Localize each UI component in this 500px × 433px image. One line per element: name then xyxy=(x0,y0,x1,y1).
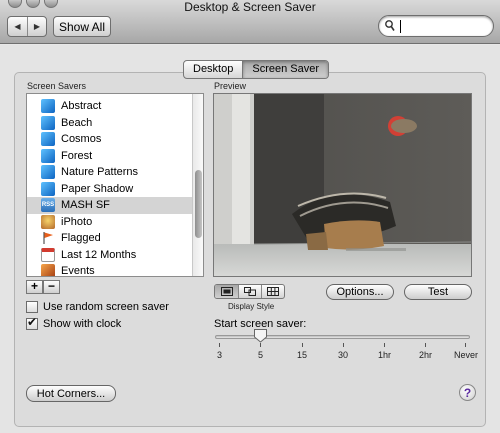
list-item-label: Flagged xyxy=(61,232,101,245)
search-input[interactable] xyxy=(399,19,487,33)
slider-tick xyxy=(219,343,220,347)
mosaic-icon xyxy=(244,287,256,296)
show-clock-option[interactable]: Show with clock xyxy=(26,315,122,330)
clock-checkbox-label: Show with clock xyxy=(43,318,122,330)
flag-icon xyxy=(41,231,55,245)
remove-screen-saver-button[interactable]: − xyxy=(43,280,60,294)
add-screen-saver-button[interactable]: + xyxy=(26,280,43,294)
list-item[interactable]: iPhoto xyxy=(27,214,193,231)
screensaver-icon xyxy=(41,165,55,180)
list-item-label: Abstract xyxy=(61,100,102,113)
list-item[interactable]: Events xyxy=(27,263,193,277)
list-item-label: MASH SF xyxy=(61,199,110,212)
screensaver-icon xyxy=(41,132,55,147)
single-image-icon xyxy=(220,287,233,296)
list-item[interactable]: Flagged xyxy=(27,230,193,247)
list-item[interactable]: Forest xyxy=(27,148,193,165)
slider-tick xyxy=(260,343,261,347)
tab-screen-saver[interactable]: Screen Saver xyxy=(242,61,329,78)
list-scrollbar[interactable] xyxy=(192,94,203,276)
screen-saver-list[interactable]: Abstract Beach Cosmos Forest Nature Patt… xyxy=(26,93,204,277)
back-arrow-icon: ◀ xyxy=(14,22,21,31)
hot-corners-button[interactable]: Hot Corners... xyxy=(26,385,116,402)
preview-image xyxy=(214,94,471,276)
rss-icon: RSS xyxy=(41,198,55,213)
back-forward-control: ◀ ▶ xyxy=(7,16,47,37)
random-checkbox-label: Use random screen saver xyxy=(43,301,169,313)
display-style-label: Display Style xyxy=(228,302,275,311)
help-button[interactable]: ? xyxy=(459,384,476,401)
back-button[interactable]: ◀ xyxy=(8,17,27,36)
list-item[interactable]: Nature Patterns xyxy=(27,164,193,181)
slider-thumb[interactable] xyxy=(253,328,268,343)
list-item-label: Paper Shadow xyxy=(61,182,134,195)
display-style-mosaic-button[interactable] xyxy=(238,285,261,298)
list-item-label: Nature Patterns xyxy=(61,166,139,179)
slider-tick-label: 15 xyxy=(297,350,308,360)
clock-checkbox[interactable] xyxy=(26,315,38,330)
forward-arrow-icon: ▶ xyxy=(33,22,41,31)
list-item-label: iPhoto xyxy=(61,215,93,228)
screensaver-icon xyxy=(41,148,55,163)
list-item[interactable]: Beach xyxy=(27,115,193,132)
pane-tabs: Desktop Screen Saver xyxy=(183,60,330,79)
list-item[interactable]: Abstract xyxy=(27,98,193,115)
forward-button[interactable]: ▶ xyxy=(27,17,46,36)
window-toolbar: Desktop & Screen Saver ◀ ▶ Show All xyxy=(0,0,500,44)
random-checkbox[interactable] xyxy=(26,301,38,313)
slider-tick xyxy=(425,343,426,347)
slider-tick xyxy=(465,343,466,347)
list-item-label: Events xyxy=(61,265,95,277)
list-item-label: Last 12 Months xyxy=(61,248,137,261)
slider-tick xyxy=(384,343,385,347)
display-style-single-button[interactable] xyxy=(215,285,238,298)
slider-tick xyxy=(343,343,344,347)
display-style-grid-button[interactable] xyxy=(261,285,284,298)
test-button[interactable]: Test xyxy=(404,284,472,300)
list-item-label: Forest xyxy=(61,149,93,162)
slider-tick-label: Never xyxy=(454,350,479,360)
screensaver-icon xyxy=(41,181,55,196)
slider-tick-label: 30 xyxy=(338,350,349,360)
slider-tick xyxy=(302,343,303,347)
slider-tick-label: 1hr xyxy=(378,350,392,360)
grid-icon xyxy=(267,287,279,296)
list-item-selected[interactable]: RSS MASH SF xyxy=(27,197,193,214)
list-item-label: Cosmos xyxy=(61,133,102,146)
events-icon xyxy=(41,264,55,276)
slider-tick-label: 3 xyxy=(217,350,223,360)
screensaver-icon xyxy=(41,99,55,114)
options-button[interactable]: Options... xyxy=(326,284,394,300)
screen-savers-heading: Screen Savers xyxy=(27,81,87,91)
slider-tick-label: 2hr xyxy=(419,350,433,360)
display-style-control xyxy=(214,284,285,299)
screensaver-icon xyxy=(41,115,55,130)
search-field[interactable] xyxy=(378,15,494,37)
window-title: Desktop & Screen Saver xyxy=(184,0,316,14)
screen-saver-preview xyxy=(213,93,472,277)
search-icon xyxy=(385,20,395,31)
list-item[interactable]: Paper Shadow xyxy=(27,181,193,198)
random-screen-saver-option[interactable]: Use random screen saver xyxy=(26,301,169,313)
iphoto-icon xyxy=(41,214,55,229)
preview-heading: Preview xyxy=(214,81,247,91)
calendar-icon xyxy=(41,247,55,262)
list-item-label: Beach xyxy=(61,116,93,129)
tab-desktop[interactable]: Desktop xyxy=(184,61,242,78)
slider-tick-label: 5 xyxy=(258,350,264,360)
list-item[interactable]: Last 12 Months xyxy=(27,247,193,264)
list-item[interactable]: Cosmos xyxy=(27,131,193,148)
show-all-button[interactable]: Show All xyxy=(53,16,111,37)
scrollbar-thumb[interactable] xyxy=(195,170,202,238)
